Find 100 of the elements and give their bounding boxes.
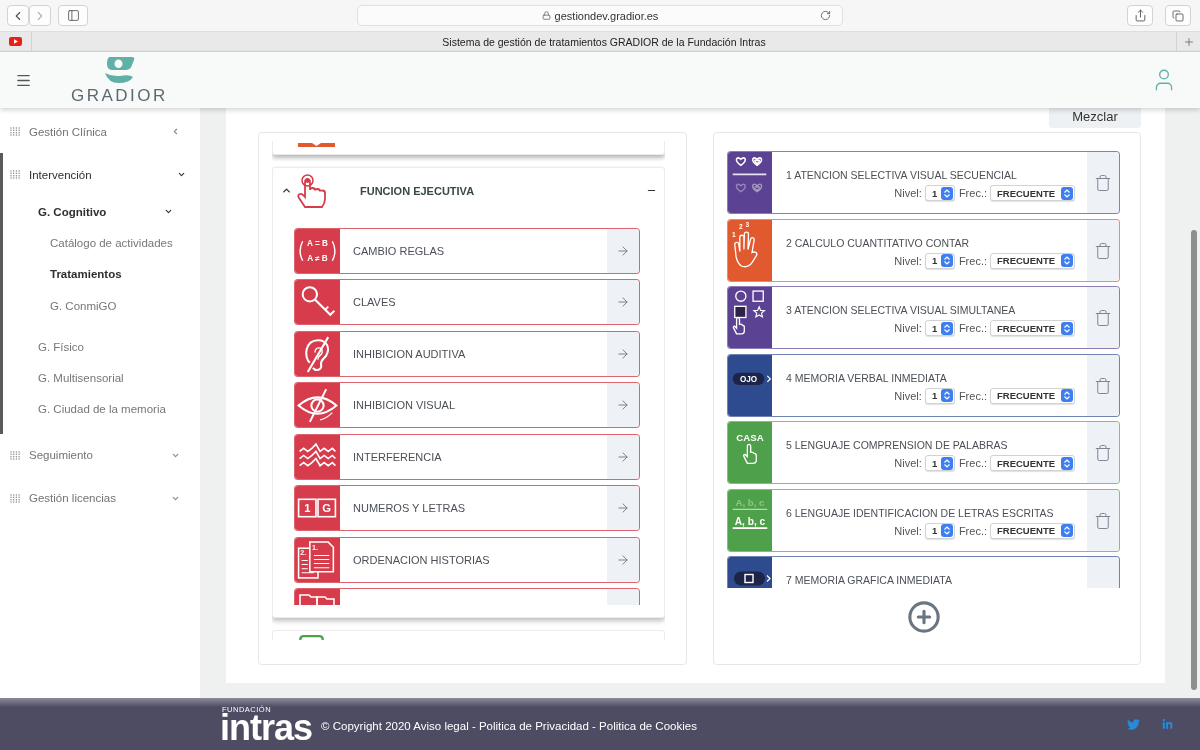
plus-circle-icon[interactable] — [906, 600, 941, 634]
stepper-icon — [1061, 254, 1073, 267]
stepper-icon — [1061, 389, 1073, 402]
grid-icon — [10, 493, 20, 503]
footer-link[interactable]: Aviso legal — [413, 720, 469, 732]
field-label: Nivel: — [894, 389, 922, 402]
sidebar-item[interactable]: G. ConmiGO — [3, 290, 200, 322]
frequency-select[interactable]: FRECUENTE — [990, 320, 1075, 336]
activity-label: NUMEROS Y LETRAS — [353, 502, 466, 514]
sidebar-item[interactable]: G. Ciudad de la memoria — [3, 393, 200, 425]
stepper-icon — [940, 321, 953, 335]
reload-icon[interactable] — [820, 10, 831, 21]
linkedin-icon[interactable] — [1162, 718, 1173, 730]
sidebar-item[interactable]: G. Multisensorial — [3, 362, 200, 394]
level-select[interactable]: 1 — [924, 320, 955, 336]
word-hand-icon: CASA — [728, 422, 772, 483]
delete-button[interactable] — [1087, 489, 1119, 551]
trash-icon — [1094, 241, 1112, 260]
share-button[interactable] — [1127, 5, 1153, 26]
sidebar-item[interactable]: Intervención — [3, 153, 200, 196]
delete-button[interactable] — [1087, 287, 1119, 348]
level-select[interactable]: 1 — [924, 455, 955, 471]
logo-text: GRADIOR — [71, 86, 168, 104]
browser-tab[interactable]: Sistema de gestión de tratamientos GRADIOR de la Fundación Intras — [32, 32, 1176, 51]
field-label: Frec.: — [958, 322, 987, 334]
field-label: Nivel: — [894, 524, 922, 537]
arrow-button[interactable] — [607, 383, 639, 427]
stepper-icon — [940, 254, 953, 267]
field-label: Frec.: — [958, 524, 987, 537]
frequency-select[interactable]: FRECUENTE — [990, 185, 1075, 201]
activity-label: INTERFERENCIA — [353, 450, 442, 463]
activity-label: ORDENACION HISTORIAS — [353, 553, 490, 566]
arrow-button[interactable] — [607, 537, 639, 582]
arrow-button[interactable] — [607, 486, 639, 530]
activity-label: CAMBIO REGLAS — [353, 244, 445, 257]
activity-label: CLAVES — [353, 296, 396, 308]
delete-button[interactable] — [1087, 219, 1119, 281]
chevron-icon[interactable] — [281, 185, 292, 196]
delete-button[interactable] — [1087, 354, 1119, 416]
arrow-right-icon — [616, 243, 630, 258]
twitter-icon[interactable] — [1127, 717, 1140, 731]
field-label: Nivel: — [894, 254, 922, 267]
play-icon — [9, 37, 22, 46]
grid-icon — [10, 170, 20, 179]
sidebar-item[interactable]: Seguimiento — [0, 433, 200, 477]
chevron-icon — [176, 170, 186, 179]
arrow-button[interactable] — [607, 434, 639, 479]
level-select[interactable]: 1 — [924, 522, 955, 539]
frequency-select[interactable]: FRECUENTE — [990, 252, 1075, 269]
arrow-right-icon — [616, 295, 630, 309]
delete-button[interactable] — [1087, 422, 1119, 483]
number-letter-icon: 1 G — [295, 486, 340, 530]
footer-link[interactable]: Politica de Privacidad — [478, 720, 589, 732]
trash-icon — [1094, 174, 1112, 192]
category-card[interactable] — [272, 141, 665, 155]
stepper-icon — [940, 524, 953, 537]
level-select[interactable]: 1 — [924, 387, 955, 404]
lock-icon — [541, 11, 551, 20]
word-tag-icon: OJO — [728, 354, 772, 416]
tabs-button[interactable] — [1165, 5, 1191, 26]
chevron-icon — [171, 127, 180, 136]
logo-icon — [103, 56, 135, 83]
sidebar-item[interactable]: Gestión licencias — [0, 476, 200, 520]
arrow-button[interactable] — [607, 228, 639, 273]
arrow-right-icon — [616, 449, 630, 464]
arrow-button[interactable] — [607, 280, 639, 324]
trash-icon — [1094, 444, 1112, 462]
shuffle-button[interactable]: Mezclar — [1049, 108, 1141, 128]
footer-link[interactable]: Politica de Cookies — [599, 720, 697, 732]
field-label: Nivel: — [894, 187, 922, 199]
delete-button[interactable] — [1087, 152, 1119, 213]
sidebar-item[interactable]: Catálogo de actividades — [3, 227, 200, 259]
stepper-icon — [1061, 524, 1073, 537]
arrow-right-icon — [616, 346, 630, 361]
scrollbar-thumb[interactable] — [1191, 230, 1197, 690]
frequency-select[interactable]: FRECUENTE — [990, 455, 1075, 471]
level-select[interactable]: 1 — [924, 185, 955, 201]
activity-title: 4 MEMORIA VERBAL INMEDIATA — [786, 370, 947, 385]
sidebar-button[interactable] — [58, 5, 88, 26]
sidebar-item[interactable]: G. Cognitivo — [3, 196, 200, 227]
sidebar-item[interactable]: Gestión Clínica — [0, 110, 200, 153]
activity-title: 7 MEMORIA GRAFICA INMEDIATA — [786, 573, 952, 587]
field-label: Nivel: — [894, 322, 922, 334]
sidebar-item[interactable]: Tratamientos — [3, 258, 200, 290]
arrow-right-icon — [616, 501, 630, 515]
frequency-select[interactable]: FRECUENTE — [990, 387, 1075, 404]
trash-icon — [1094, 511, 1112, 530]
equation-icon: A = B A ≠ B — [295, 228, 340, 273]
stepper-icon — [940, 186, 953, 200]
back-button[interactable] — [7, 5, 29, 26]
level-select[interactable]: 1 — [924, 252, 955, 269]
sidebar-item[interactable]: G. Físico — [3, 331, 200, 363]
stepper-icon — [940, 389, 953, 402]
address-field[interactable]: gestiondev.gradior.es — [357, 5, 843, 26]
sidebar-icon — [66, 9, 80, 22]
arrow-button[interactable] — [607, 331, 639, 376]
logo-wordmark: intras — [220, 714, 313, 742]
activity-title: 5 LENGUAJE COMPRENSION DE PALABRAS — [786, 438, 1008, 452]
frequency-select[interactable]: FRECUENTE — [990, 522, 1075, 539]
field-label: Frec.: — [958, 457, 987, 469]
